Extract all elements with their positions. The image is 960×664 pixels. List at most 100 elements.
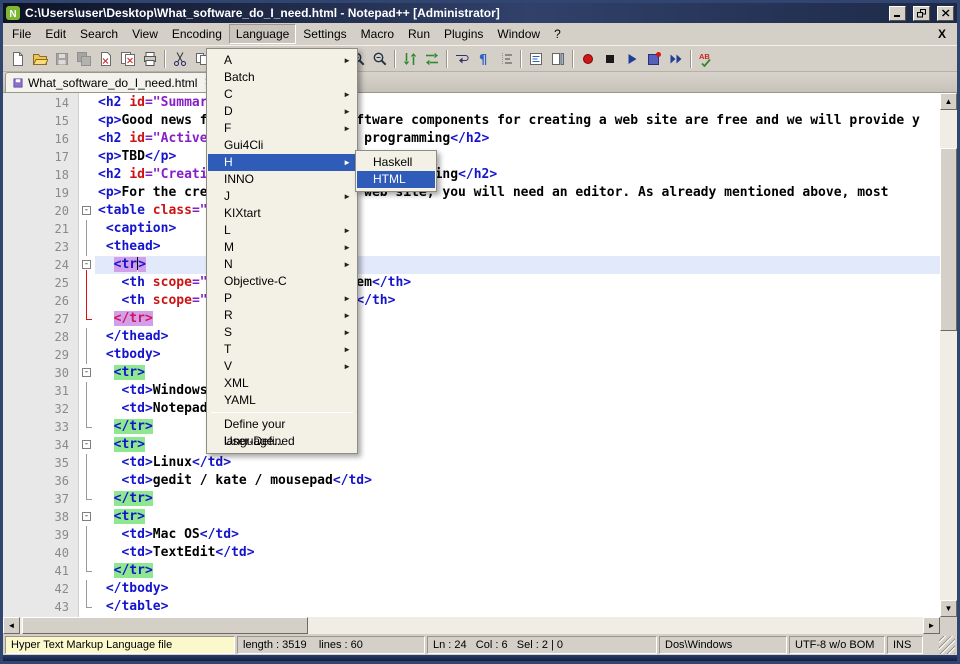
editor-line-18[interactable]: 18<h2 id="Creating_Editing">Creating and… [3, 166, 940, 184]
line-number[interactable]: 20 [3, 202, 79, 220]
editor-line-36[interactable]: 36 <td>gedit / kate / mousepad</td> [3, 472, 940, 490]
editor-line-43[interactable]: 43 </table> [3, 598, 940, 616]
fold-collapse-marker[interactable]: - [79, 508, 95, 526]
scroll-up-arrow[interactable]: ▲ [940, 93, 957, 110]
line-number[interactable]: 34 [3, 436, 79, 454]
restore-button[interactable] [913, 6, 930, 21]
language-menu-item-f[interactable]: F► [208, 120, 356, 137]
h-submenu-item-haskell[interactable]: Haskell [357, 154, 435, 171]
language-menu-item-user-defined[interactable]: User-Defined [208, 433, 356, 450]
line-number[interactable]: 23 [3, 238, 79, 256]
language-menu-item-l[interactable]: L► [208, 222, 356, 239]
tab-what-software-do-i-need[interactable]: What_software_do_I_need.html ✕ [5, 72, 220, 92]
start-recording-button[interactable] [577, 48, 599, 70]
line-number[interactable]: 36 [3, 472, 79, 490]
editor-line-34[interactable]: 34- <tr> [3, 436, 940, 454]
menubar-item-window[interactable]: Window [490, 24, 547, 44]
language-menu-item-s[interactable]: S► [208, 324, 356, 341]
editor-line-32[interactable]: 32 <td>Notepad</td> [3, 400, 940, 418]
resize-grip[interactable] [939, 636, 955, 654]
function-list-button[interactable] [525, 48, 547, 70]
editor-line-31[interactable]: 31 <td>Windows</td> [3, 382, 940, 400]
editor-line-19[interactable]: 19<p>For the creation and editing a web … [3, 184, 940, 202]
editor-line-30[interactable]: 30- <tr> [3, 364, 940, 382]
editor-line-35[interactable]: 35 <td>Linux</td> [3, 454, 940, 472]
close-window-button[interactable] [937, 6, 954, 21]
menubar-item-settings[interactable]: Settings [296, 24, 353, 44]
line-number[interactable]: 35 [3, 454, 79, 472]
editor-line-33[interactable]: 33 </tr> [3, 418, 940, 436]
editor-line-24[interactable]: 24- <tr> [3, 256, 940, 274]
editor-line-25[interactable]: 25 <th scope="col">Operating system</th> [3, 274, 940, 292]
status-eol-format[interactable]: Dos\Windows [659, 636, 787, 654]
editor-line-14[interactable]: 14<h2 id="Summary">Summary</h2> [3, 94, 940, 112]
line-number[interactable]: 14 [3, 94, 79, 112]
word-wrap-button[interactable] [451, 48, 473, 70]
sync-horizontal-scroll-button[interactable] [421, 48, 443, 70]
run-macro-multiple-button[interactable] [665, 48, 687, 70]
language-menu-item-objective-c[interactable]: Objective-C [208, 273, 356, 290]
line-number[interactable]: 16 [3, 130, 79, 148]
language-menu-item-d[interactable]: D► [208, 103, 356, 120]
menubar-item-help[interactable]: ? [547, 24, 568, 44]
menubar-item-language[interactable]: Language [229, 24, 296, 44]
editor-line-40[interactable]: 40 <td>TextEdit</td> [3, 544, 940, 562]
language-menu-item-yaml[interactable]: YAML [208, 392, 356, 409]
document-map-button[interactable] [547, 48, 569, 70]
line-number[interactable]: 25 [3, 274, 79, 292]
scroll-right-arrow[interactable]: ► [923, 617, 940, 634]
line-number[interactable]: 19 [3, 184, 79, 202]
editor-line-17[interactable]: 17<p>TBD</p> [3, 148, 940, 166]
language-menu-item-r[interactable]: R► [208, 307, 356, 324]
line-number[interactable]: 31 [3, 382, 79, 400]
fold-collapse-marker[interactable]: - [79, 256, 95, 274]
menubar-item-macro[interactable]: Macro [354, 24, 401, 44]
code-text[interactable]: <td>TextEdit</td> [95, 544, 940, 562]
editor-line-28[interactable]: 28 </thead> [3, 328, 940, 346]
language-menu-item-gui4cli[interactable]: Gui4Cli [208, 137, 356, 154]
spell-check-button[interactable]: AB [695, 48, 717, 70]
editor-line-21[interactable]: 21 <caption> [3, 220, 940, 238]
editor-line-37[interactable]: 37 </tr> [3, 490, 940, 508]
minimize-button[interactable] [889, 6, 906, 21]
show-all-characters-button[interactable]: ¶ [473, 48, 495, 70]
code-text[interactable]: <td>Linux</td> [95, 454, 940, 472]
horizontal-scrollbar[interactable]: ◄ ► [3, 617, 957, 634]
editor-line-27[interactable]: 27 </tr> [3, 310, 940, 328]
menubar-item-plugins[interactable]: Plugins [437, 24, 490, 44]
horizontal-scroll-thumb[interactable] [22, 617, 308, 634]
status-cursor-position[interactable]: Ln : 24 Col : 6 Sel : 2 | 0 [427, 636, 657, 654]
line-number[interactable]: 30 [3, 364, 79, 382]
line-number[interactable]: 32 [3, 400, 79, 418]
editor-line-16[interactable]: 16<h2 id="Active_Learning">Web site prog… [3, 130, 940, 148]
language-menu-item-a[interactable]: A► [208, 52, 356, 69]
language-menu-item-c[interactable]: C► [208, 86, 356, 103]
editor-line-20[interactable]: 20-<table class="styled"> [3, 202, 940, 220]
scroll-down-arrow[interactable]: ▼ [940, 600, 957, 617]
line-number[interactable]: 42 [3, 580, 79, 598]
line-number[interactable]: 15 [3, 112, 79, 130]
code-text[interactable]: </tbody> [95, 580, 940, 598]
fold-collapse-marker[interactable]: - [79, 364, 95, 382]
line-number[interactable]: 24 [3, 256, 79, 274]
editor-line-42[interactable]: 42 </tbody> [3, 580, 940, 598]
code-text[interactable]: </tr> [95, 562, 940, 580]
language-menu-item-t[interactable]: T► [208, 341, 356, 358]
code-text[interactable]: <tr> [95, 508, 940, 526]
line-number[interactable]: 18 [3, 166, 79, 184]
line-number[interactable]: 40 [3, 544, 79, 562]
language-menu-item-j[interactable]: J► [208, 188, 356, 205]
language-menu-item-h[interactable]: H► [208, 154, 356, 171]
code-text[interactable]: </tr> [95, 490, 940, 508]
close-file-button[interactable] [95, 48, 117, 70]
print-button[interactable] [139, 48, 161, 70]
status-encoding[interactable]: UTF-8 w/o BOM [789, 636, 885, 654]
scroll-left-arrow[interactable]: ◄ [3, 617, 20, 634]
language-menu-item-kixtart[interactable]: KIXtart [208, 205, 356, 222]
zoom-out-button[interactable] [369, 48, 391, 70]
menubar-item-view[interactable]: View [125, 24, 165, 44]
language-menu-item-xml[interactable]: XML [208, 375, 356, 392]
fold-collapse-marker[interactable]: - [79, 436, 95, 454]
line-number[interactable]: 27 [3, 310, 79, 328]
save-all-button[interactable] [73, 48, 95, 70]
